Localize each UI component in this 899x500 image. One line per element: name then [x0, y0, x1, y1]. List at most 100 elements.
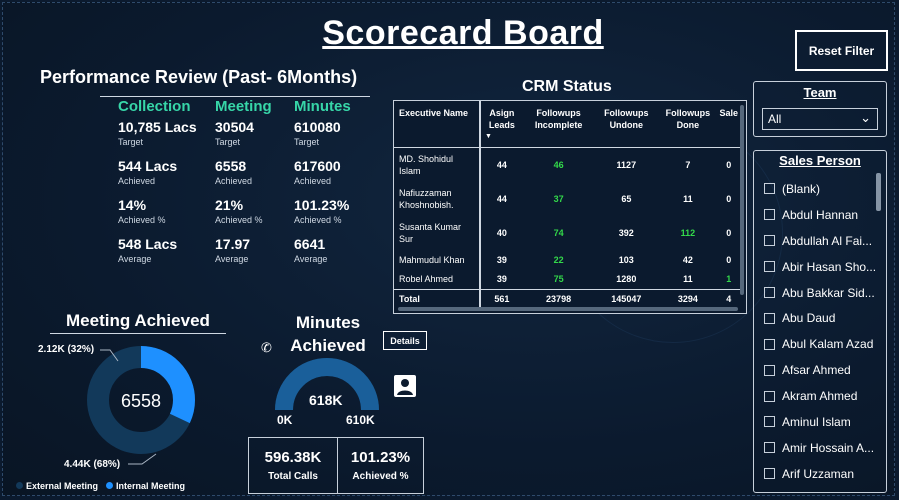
sales-person-label: Abir Hasan Sho...	[782, 259, 877, 274]
sales-person-label: Abu Bakkar Sid...	[782, 285, 875, 300]
horizontal-scrollbar[interactable]	[398, 307, 738, 311]
checkbox[interactable]	[764, 364, 775, 376]
column-header[interactable]: Executive Name	[394, 101, 480, 148]
sales-person-item[interactable]: Abir Hasan Sho...	[764, 254, 882, 280]
legend-internal[interactable]: Internal Meeting	[106, 481, 185, 491]
checkbox[interactable]	[764, 312, 775, 324]
sales-person-item[interactable]: Akram Ahmed	[764, 383, 882, 409]
cell-asign: 39	[479, 269, 523, 290]
reset-filter-button[interactable]: Reset Filter	[795, 30, 888, 71]
table-row[interactable]: Mahmudul Khan 39 22 103 42 0	[394, 249, 740, 270]
meeting-target: 30504 Target	[215, 119, 254, 147]
column-header[interactable]: Followups Undone	[594, 101, 658, 148]
page-title: Scorecard Board	[322, 14, 604, 52]
sales-person-item[interactable]: Abu Bakkar Sid...	[764, 280, 882, 306]
cell-name: Nafiuzzaman Khoshnobish.	[399, 187, 454, 210]
cell-sale: 0	[726, 193, 732, 204]
cell-done: 3294	[658, 289, 718, 308]
team-slicer: Team All ⌄	[753, 81, 887, 137]
chevron-down-icon[interactable]: ⌄	[860, 110, 871, 126]
legend-dot-icon	[106, 482, 114, 489]
minutes-achieved-pct: 101.23% Achieved %	[294, 197, 350, 225]
total-calls-value: 596.38K	[264, 449, 322, 466]
cell-incomplete: 46	[553, 159, 564, 170]
total-calls-label: Total Calls	[268, 471, 318, 482]
achieved-pct-label: Achieved %	[352, 471, 409, 482]
meeting-legend: External Meeting Internal Meeting	[16, 481, 185, 491]
checkbox[interactable]	[764, 261, 775, 273]
meeting-achieved: 6558 Achieved	[215, 158, 253, 186]
sales-person-item[interactable]: Abdul Hannan	[764, 202, 882, 228]
column-header[interactable]: Followups Done	[658, 101, 717, 148]
cell-undone: 1280	[616, 274, 637, 285]
sales-person-item[interactable]: Aminul Islam	[764, 409, 882, 435]
table-row[interactable]: Robel Ahmed 39 75 1280 11 1	[394, 269, 740, 290]
checkbox[interactable]	[764, 442, 775, 454]
cell-incomplete: 23798	[522, 289, 595, 308]
sales-person-label: Abdul Hannan	[782, 207, 859, 222]
checkbox[interactable]	[764, 235, 775, 247]
table-row[interactable]: MD. Shohidul Islam 44 46 1127 7 0	[394, 147, 740, 182]
crm-status-title: CRM Status	[522, 78, 612, 95]
gauge-value: 618K	[309, 392, 343, 408]
divider	[50, 333, 226, 334]
sales-person-label: Abdullah Al Fai...	[782, 233, 873, 248]
sales-list-scrollbar[interactable]	[876, 173, 881, 211]
achieved-pct-card: 101.23% Achieved %	[338, 437, 424, 494]
cell-sale: 0	[726, 159, 732, 170]
cell-incomplete: 22	[553, 254, 564, 265]
donut-center-value: 6558	[121, 391, 161, 411]
minutes-target: 610080 Target	[294, 119, 341, 147]
performance-grid: Collection Meeting Minutes 10,785 Lacs Ta…	[118, 98, 374, 271]
crm-status-table[interactable]: Executive Name Asign Leads ▼ Followups In…	[393, 100, 747, 314]
checkbox[interactable]	[764, 416, 775, 428]
sales-person-item[interactable]: Arif Uzzaman	[764, 461, 882, 487]
table-header-row: Executive Name Asign Leads ▼ Followups In…	[394, 101, 740, 148]
column-header[interactable]: Sale	[717, 101, 740, 148]
sales-person-item[interactable]: Amir Hossain A...	[764, 435, 882, 461]
table-total-row: Total 561 23798 145047 3294 4	[394, 289, 740, 308]
checkbox[interactable]	[764, 338, 775, 350]
cell-done: 7	[685, 159, 691, 170]
checkbox[interactable]	[764, 468, 775, 480]
sales-person-item[interactable]: Afsar Ahmed	[764, 357, 882, 383]
meeting-header: Meeting	[215, 98, 272, 115]
cell-undone: 103	[618, 254, 634, 265]
legend-external[interactable]: External Meeting	[16, 481, 98, 491]
sales-person-label: Abu Daud	[782, 311, 836, 326]
sales-person-slicer: Sales Person (Blank) Abdul Hannan Abdullah…	[753, 150, 887, 493]
cell-asign: 44	[479, 147, 523, 182]
sort-descending-icon[interactable]: ▼	[485, 131, 521, 143]
sales-person-label: Aminul Islam	[782, 414, 851, 429]
details-button[interactable]: Details	[383, 331, 427, 350]
checkbox[interactable]	[764, 209, 775, 221]
table-row[interactable]: Susanta Kumar Sur 40 74 392 112 0	[394, 215, 740, 250]
vertical-scrollbar[interactable]	[740, 105, 744, 295]
user-icon[interactable]	[394, 375, 416, 397]
divider	[100, 96, 370, 97]
legend-dot-icon	[16, 482, 23, 489]
table-row[interactable]: Nafiuzzaman Khoshnobish. 44 37 65 11 0	[394, 181, 740, 216]
checkbox[interactable]	[764, 287, 775, 298]
leader-line	[128, 453, 157, 465]
sales-person-item[interactable]: Abdullah Al Fai...	[764, 228, 882, 254]
collection-header: Collection	[118, 98, 191, 115]
cell-done: 11	[683, 274, 693, 285]
sales-person-label: Abul Kalam Azad	[782, 337, 874, 352]
meeting-achieved-title: Meeting Achieved	[66, 311, 210, 330]
column-header[interactable]: Asign Leads ▼	[479, 101, 523, 148]
team-dropdown[interactable]: All ⌄	[762, 108, 878, 130]
gauge-min: 0K	[277, 413, 293, 427]
achieved-pct-value: 101.23%	[350, 449, 411, 466]
sales-person-title: Sales Person	[779, 153, 861, 168]
collection-achieved-pct: 14% Achieved %	[118, 197, 166, 225]
column-header[interactable]: Followups Incomplete	[523, 101, 595, 148]
checkbox[interactable]	[764, 183, 775, 195]
minutes-average: 6641 Average	[294, 236, 328, 264]
sales-person-label: Akram Ahmed	[782, 389, 858, 404]
sales-person-item[interactable]: (Blank)	[764, 176, 882, 202]
sales-person-item[interactable]: Abu Daud	[764, 305, 882, 331]
sales-person-item[interactable]: Abul Kalam Azad	[764, 331, 882, 357]
cell-undone: 392	[618, 227, 634, 238]
checkbox[interactable]	[764, 390, 775, 402]
